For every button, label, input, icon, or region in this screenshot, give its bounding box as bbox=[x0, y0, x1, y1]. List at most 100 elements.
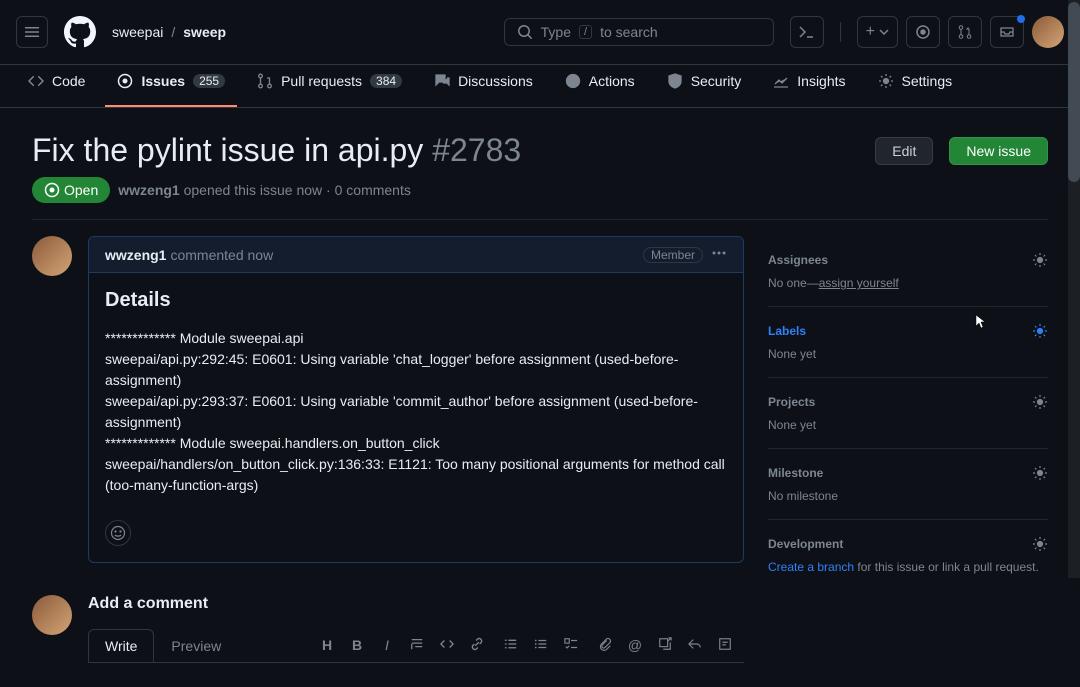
issues-shortcut-button[interactable] bbox=[906, 16, 940, 48]
ordered-list-button[interactable] bbox=[500, 637, 522, 654]
development-header[interactable]: Development bbox=[768, 536, 1048, 552]
link-button[interactable] bbox=[466, 637, 488, 654]
user-avatar[interactable] bbox=[1032, 16, 1064, 48]
github-logo[interactable] bbox=[64, 16, 96, 48]
task-list-button[interactable] bbox=[560, 637, 582, 654]
write-tab[interactable]: Write bbox=[88, 629, 154, 662]
command-palette-button[interactable] bbox=[790, 16, 824, 48]
gear-icon bbox=[1032, 323, 1048, 339]
labels-label: Labels bbox=[768, 324, 806, 338]
breadcrumb-separator: / bbox=[171, 24, 175, 40]
nav-actions[interactable]: Actions bbox=[553, 65, 647, 107]
milestone-body: No milestone bbox=[768, 489, 1048, 503]
scrollbar-track[interactable] bbox=[1068, 0, 1080, 578]
breadcrumb-repo[interactable]: sweep bbox=[183, 24, 226, 40]
reply-button[interactable] bbox=[684, 637, 706, 654]
milestone-header[interactable]: Milestone bbox=[768, 465, 1048, 481]
issue-state-badge: Open bbox=[32, 177, 110, 203]
scrollbar-thumb[interactable] bbox=[1068, 2, 1080, 182]
issue-comment-count: 0 comments bbox=[335, 182, 411, 198]
code-button[interactable] bbox=[436, 637, 458, 654]
smiley-icon bbox=[110, 525, 126, 541]
breadcrumb-owner[interactable]: sweepai bbox=[112, 24, 163, 40]
attach-button[interactable] bbox=[594, 637, 616, 654]
milestone-label: Milestone bbox=[768, 466, 823, 480]
add-reaction-button[interactable] bbox=[105, 520, 131, 546]
pulls-shortcut-button[interactable] bbox=[948, 16, 982, 48]
development-suffix: for this issue or link a pull request. bbox=[854, 560, 1039, 574]
add-comment-heading: Add a comment bbox=[88, 595, 744, 613]
development-body: Create a branch for this issue or link a… bbox=[768, 560, 1048, 574]
nav-issues-count: 255 bbox=[193, 74, 225, 88]
heading-button[interactable]: H bbox=[316, 637, 338, 654]
assignees-body: No one—assign yourself bbox=[768, 276, 1048, 290]
chevron-down-icon bbox=[879, 27, 889, 37]
markdown-toolbar: H B I bbox=[308, 637, 744, 654]
nav-insights[interactable]: Insights bbox=[761, 65, 857, 107]
issue-meta: wwzeng1 opened this issue now · 0 commen… bbox=[118, 182, 411, 198]
issue-icon bbox=[915, 24, 931, 40]
nav-pulls-count: 384 bbox=[370, 74, 402, 88]
edit-button[interactable]: Edit bbox=[875, 137, 933, 165]
nav-discussions[interactable]: Discussions bbox=[422, 65, 545, 107]
comment-header: wwzeng1 commented now Member bbox=[89, 237, 743, 273]
projects-header[interactable]: Projects bbox=[768, 394, 1048, 410]
comment-author[interactable]: wwzeng1 bbox=[105, 247, 166, 263]
nav-pulls-label: Pull requests bbox=[281, 73, 362, 89]
gear-icon bbox=[1032, 394, 1048, 410]
issue-author[interactable]: wwzeng1 bbox=[118, 182, 179, 198]
create-branch-link[interactable]: Create a branch bbox=[768, 560, 854, 574]
inbox-button[interactable] bbox=[990, 16, 1024, 48]
assignees-header[interactable]: Assignees bbox=[768, 252, 1048, 268]
nav-actions-label: Actions bbox=[589, 73, 635, 89]
unordered-list-button[interactable] bbox=[530, 637, 552, 654]
issue-state-label: Open bbox=[64, 182, 98, 198]
mention-button[interactable]: @ bbox=[624, 637, 646, 654]
preview-tab[interactable]: Preview bbox=[154, 629, 238, 662]
assignees-label: Assignees bbox=[768, 253, 828, 267]
comment-meta: commented now bbox=[170, 247, 273, 263]
labels-body: None yet bbox=[768, 347, 1048, 361]
italic-button[interactable]: I bbox=[376, 637, 398, 654]
search-hint: Type bbox=[541, 24, 571, 40]
saved-replies-button[interactable] bbox=[714, 637, 736, 654]
comment-menu-button[interactable] bbox=[711, 245, 727, 264]
cross-reference-button[interactable] bbox=[654, 637, 676, 654]
hamburger-menu[interactable] bbox=[16, 16, 48, 48]
gear-icon bbox=[1032, 465, 1048, 481]
issue-sidebar: Assignees No one—assign yourself Labels … bbox=[768, 236, 1048, 663]
search-input[interactable]: Type / to search bbox=[504, 18, 774, 46]
plus-icon: + bbox=[866, 23, 875, 41]
notification-dot bbox=[1017, 15, 1025, 23]
comment-avatar[interactable] bbox=[32, 236, 72, 276]
nav-code[interactable]: Code bbox=[16, 65, 97, 107]
projects-body: None yet bbox=[768, 418, 1048, 432]
nav-code-label: Code bbox=[52, 73, 85, 89]
comment-container: wwzeng1 commented now Member Details ***… bbox=[88, 236, 744, 563]
nav-settings[interactable]: Settings bbox=[866, 65, 965, 107]
bold-button[interactable]: B bbox=[346, 637, 368, 654]
nav-discussions-label: Discussions bbox=[458, 73, 533, 89]
quote-button[interactable] bbox=[406, 637, 428, 654]
assignees-prefix: No one— bbox=[768, 276, 819, 290]
labels-header[interactable]: Labels bbox=[768, 323, 1048, 339]
assign-yourself-link[interactable]: assign yourself bbox=[819, 276, 899, 290]
kebab-icon bbox=[711, 245, 727, 261]
member-badge: Member bbox=[643, 247, 703, 263]
nav-security[interactable]: Security bbox=[655, 65, 754, 107]
issue-meta-action: opened this issue now bbox=[184, 182, 323, 198]
issue-number: #2783 bbox=[432, 132, 521, 168]
global-header: sweepai / sweep Type / to search + bbox=[0, 0, 1080, 65]
create-new-button[interactable]: + bbox=[857, 16, 898, 48]
repo-nav: Code Issues 255 Pull requests 384 Discus… bbox=[0, 65, 1080, 108]
nav-issues[interactable]: Issues 255 bbox=[105, 65, 237, 107]
issue-title-text: Fix the pylint issue in api.py bbox=[32, 132, 423, 168]
projects-label: Projects bbox=[768, 395, 815, 409]
issue-title: Fix the pylint issue in api.py #2783 bbox=[32, 132, 859, 169]
gear-icon bbox=[1032, 252, 1048, 268]
inbox-icon bbox=[999, 24, 1015, 40]
search-key: / bbox=[579, 25, 592, 39]
nav-pull-requests[interactable]: Pull requests 384 bbox=[245, 65, 414, 107]
new-issue-button[interactable]: New issue bbox=[949, 137, 1048, 165]
current-user-avatar bbox=[32, 595, 72, 635]
